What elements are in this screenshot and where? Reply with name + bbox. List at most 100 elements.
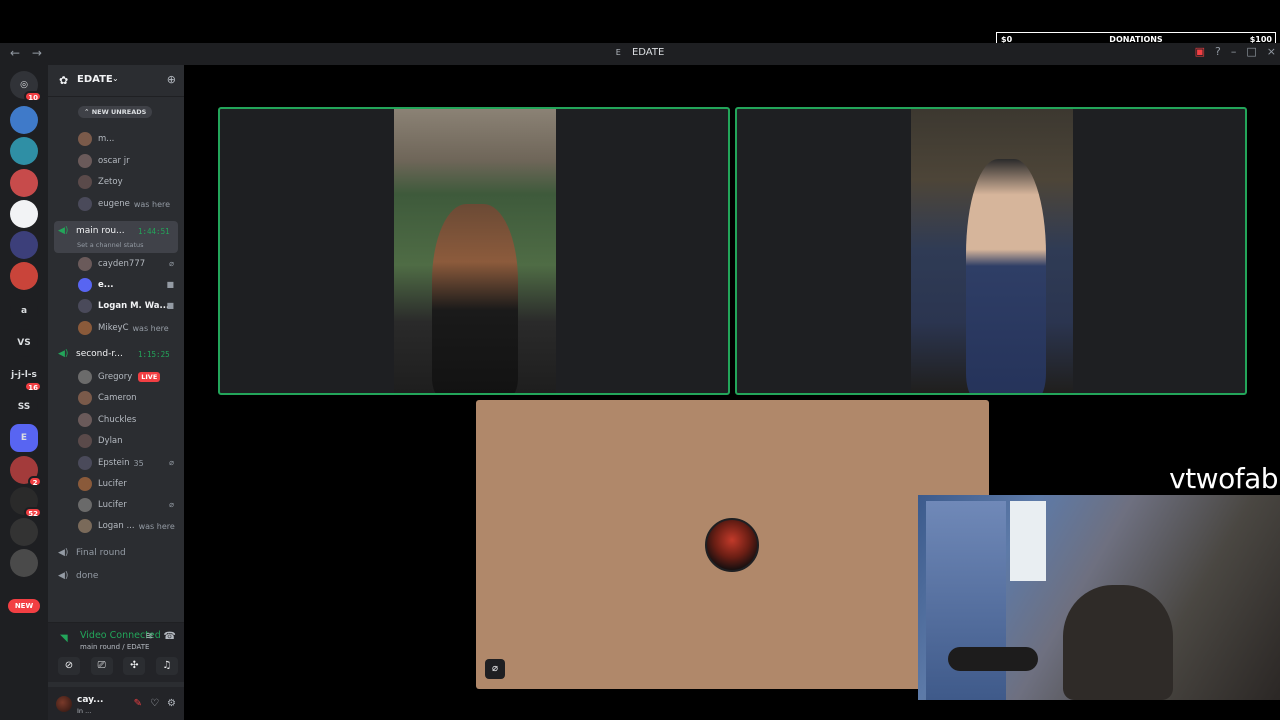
muted-icon: ⌀ — [169, 458, 174, 467]
close-icon[interactable]: × — [1267, 45, 1276, 58]
voice-user-row[interactable]: Logan ... was here — [78, 518, 175, 534]
avatar[interactable] — [56, 696, 72, 712]
soundboard-icon[interactable]: ♫ — [155, 657, 178, 675]
voice-location[interactable]: main round / EDATE — [80, 643, 149, 651]
window-title-text: EDATE — [631, 47, 665, 58]
settings-icon[interactable]: ⚙ — [167, 698, 176, 709]
voice-channel-name: Final round — [76, 548, 126, 558]
server-icon[interactable] — [10, 200, 38, 228]
server-icon[interactable] — [10, 231, 38, 259]
voice-channel[interactable]: ◀) done — [58, 567, 98, 585]
avatar — [78, 154, 92, 168]
voice-user-row[interactable]: eugene was here — [78, 196, 170, 212]
server-icon[interactable] — [10, 518, 38, 546]
user-panel: cay... In ... ✎ ♡ ⚙ — [48, 687, 184, 720]
voice-user-name: Lucifer — [98, 479, 127, 489]
video-tile-2[interactable] — [735, 107, 1247, 395]
voice-channel[interactable]: ◀) second-r... 1:15:25 — [58, 345, 170, 363]
noise-suppression-icon[interactable]: ≋ — [145, 631, 153, 642]
voice-user-row[interactable]: oscar jr — [78, 153, 130, 169]
help-icon[interactable]: ? — [1215, 45, 1221, 58]
voice-user-name: Chuckles — [98, 415, 137, 425]
voice-user-trail: 35 — [133, 458, 144, 468]
avatar — [78, 299, 92, 313]
server-glyph: E — [615, 48, 621, 57]
inbox-icon[interactable]: ▣ — [1195, 45, 1205, 58]
server-icon[interactable] — [10, 106, 38, 134]
video-tile-1[interactable] — [218, 107, 730, 395]
home-button[interactable]: ◎ 10 — [10, 71, 42, 102]
mic-muted-icon[interactable]: ✎ — [134, 698, 142, 709]
voice-channel[interactable]: ◀) main rou... 1:44:51 — [58, 222, 170, 240]
server-icon[interactable] — [10, 549, 38, 577]
voice-user-row[interactable]: Chuckles — [78, 412, 136, 428]
stream-frame: $0 DONATIONS $100 ← → E EDATE ▣ ? – □ × … — [0, 0, 1280, 720]
minimize-icon[interactable]: – — [1231, 45, 1237, 58]
video-tile-3[interactable]: ⌀ — [476, 400, 989, 689]
server-label: E — [20, 433, 28, 443]
server-icon[interactable]: SS — [10, 393, 38, 421]
camera-off-icon[interactable]: ⊘ — [58, 657, 80, 675]
avatar — [78, 456, 92, 470]
speaker-icon: ◀) — [58, 548, 69, 558]
new-unreads-pill[interactable]: ⌃ NEW UNREADS — [78, 106, 153, 118]
avatar — [78, 132, 92, 146]
server-icon[interactable]: E — [10, 424, 38, 452]
voice-channel-name: done — [76, 571, 99, 581]
server-icon[interactable]: VS — [10, 329, 38, 357]
disconnect-icon[interactable]: ☎ — [164, 631, 176, 642]
user-name[interactable]: cay... — [77, 695, 103, 705]
voice-user-trail: was here — [138, 521, 175, 531]
voice-user-row[interactable]: m... — [78, 131, 114, 147]
voice-user-name: e... — [98, 280, 114, 290]
server-rail: ◎ 10 NEW a VS j-j-l-s 16 SS E 2 52 — [0, 65, 48, 720]
voice-user-row[interactable]: Zetoy — [78, 174, 123, 190]
headphones-icon[interactable]: ♡ — [150, 698, 159, 709]
maximize-icon[interactable]: □ — [1246, 45, 1256, 58]
webcam-overlay — [918, 495, 1280, 700]
participant-silhouette — [966, 159, 1046, 393]
server-icon[interactable]: 52 — [10, 487, 42, 518]
voice-user-row[interactable]: Logan M. Wa... — [78, 298, 169, 314]
invite-people-icon[interactable]: ⊕ — [167, 73, 176, 86]
server-label: a — [20, 306, 28, 316]
voice-channel[interactable]: ◀) Final round — [58, 544, 126, 562]
avatar — [78, 519, 92, 533]
server-icon[interactable]: 2 — [10, 456, 42, 487]
activities-icon[interactable]: ✣ — [123, 657, 146, 675]
server-label: VS — [17, 338, 31, 348]
avatar — [78, 197, 92, 211]
live-badge: LIVE — [138, 372, 161, 382]
voice-user-row[interactable]: Lucifer — [78, 497, 127, 513]
window-title: E EDATE — [0, 47, 1280, 58]
discord-logo-icon: ◎ — [20, 80, 28, 90]
avatar — [78, 434, 92, 448]
avatar — [78, 175, 92, 189]
voice-user-row[interactable]: MikeyC was here — [78, 320, 169, 336]
webcam-person — [1063, 585, 1173, 700]
voice-user-row[interactable]: cayden777 — [78, 256, 145, 272]
voice-user-row[interactable]: Gregory LIVE — [78, 369, 161, 385]
voice-user-row[interactable]: Cameron — [78, 390, 137, 406]
signal-icon[interactable]: ◥ — [60, 633, 68, 644]
voice-user-row[interactable]: Lucifer — [78, 476, 127, 492]
guild-header[interactable]: ✿ EDATE ⌄ ⊕ — [48, 65, 184, 97]
voice-user-row[interactable]: Epstein 35 — [78, 455, 144, 471]
user-status: In ... — [77, 707, 92, 715]
server-icon[interactable] — [10, 262, 38, 290]
screen-share-icon[interactable]: ⎚ — [90, 657, 113, 675]
channel-status[interactable]: Set a channel status — [77, 241, 144, 249]
new-servers-pill[interactable]: NEW — [8, 599, 40, 613]
voice-connection-panel: ◥ Video Connected main round / EDATE ≋ ☎… — [48, 622, 184, 682]
voice-user-name: m... — [98, 134, 115, 144]
voice-channel-name: second-r... — [76, 349, 123, 359]
server-icon[interactable]: a — [10, 297, 38, 325]
mention-badge: 2 — [28, 476, 42, 487]
voice-user-name: Cameron — [98, 393, 137, 403]
server-icon[interactable] — [10, 137, 38, 165]
server-icon[interactable]: j-j-l-s 16 — [10, 361, 42, 392]
voice-user-row[interactable]: Dylan — [78, 433, 123, 449]
voice-user-row[interactable]: e... — [78, 277, 113, 293]
server-icon[interactable] — [10, 169, 38, 197]
mention-badge: 52 — [24, 507, 42, 518]
